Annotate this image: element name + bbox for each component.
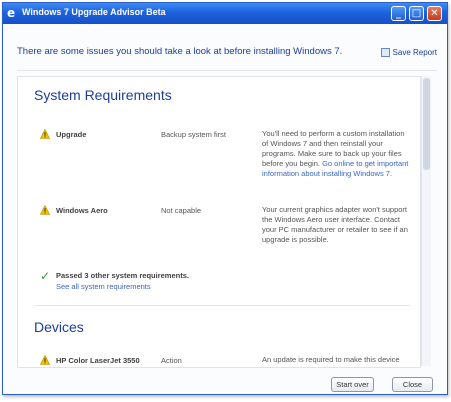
close-window-button[interactable]: ✕ [427,6,442,21]
scrollbar-thumb[interactable] [423,78,430,170]
warning-icon [40,129,50,139]
app-logo-icon: e [7,6,16,20]
start-over-button[interactable]: Start over [331,377,374,392]
title-bar[interactable]: e Windows 7 Upgrade Advisor Beta _ □ ✕ [3,3,447,24]
requirement-name: Upgrade [56,130,87,139]
main-content: There are some issues you should take a … [3,24,447,394]
device-status: Action [161,356,182,365]
window-title: Windows 7 Upgrade Advisor Beta [22,7,166,17]
maximize-button[interactable]: □ [409,6,424,21]
requirement-description: You'll need to perform a custom installa… [262,129,412,179]
see-all-requirements-link[interactable]: See all system requirements [56,282,151,291]
close-button[interactable]: Close [392,377,433,392]
devices-heading: Devices [34,319,84,335]
system-requirements-heading: System Requirements [34,87,172,103]
warning-icon [40,205,50,215]
header-divider [17,70,437,71]
requirement-status: Not capable [161,206,202,215]
requirement-status: Backup system first [161,130,227,139]
requirement-description: Your current graphics adapter won't supp… [262,205,408,244]
device-description: An update is required to make this devic… [262,355,400,364]
results-panel: System Requirements Upgrade Backup syste… [17,76,421,368]
vertical-scrollbar[interactable] [421,76,431,366]
passed-requirements-text: Passed 3 other system requirements. [56,271,189,280]
save-report-icon [380,48,390,58]
device-name: HP Color LaserJet 3550 [56,356,140,365]
save-report-label: Save Report [392,48,437,57]
warning-icon [40,355,50,365]
section-divider [34,305,410,306]
upgrade-advisor-window: e Windows 7 Upgrade Advisor Beta _ □ ✕ T… [2,2,448,395]
save-report-link[interactable]: Save Report [380,48,437,58]
requirement-name: Windows Aero [56,206,108,215]
intro-text: There are some issues you should take a … [17,46,343,57]
minimize-button[interactable]: _ [391,6,406,21]
checkmark-icon: ✓ [40,269,51,283]
